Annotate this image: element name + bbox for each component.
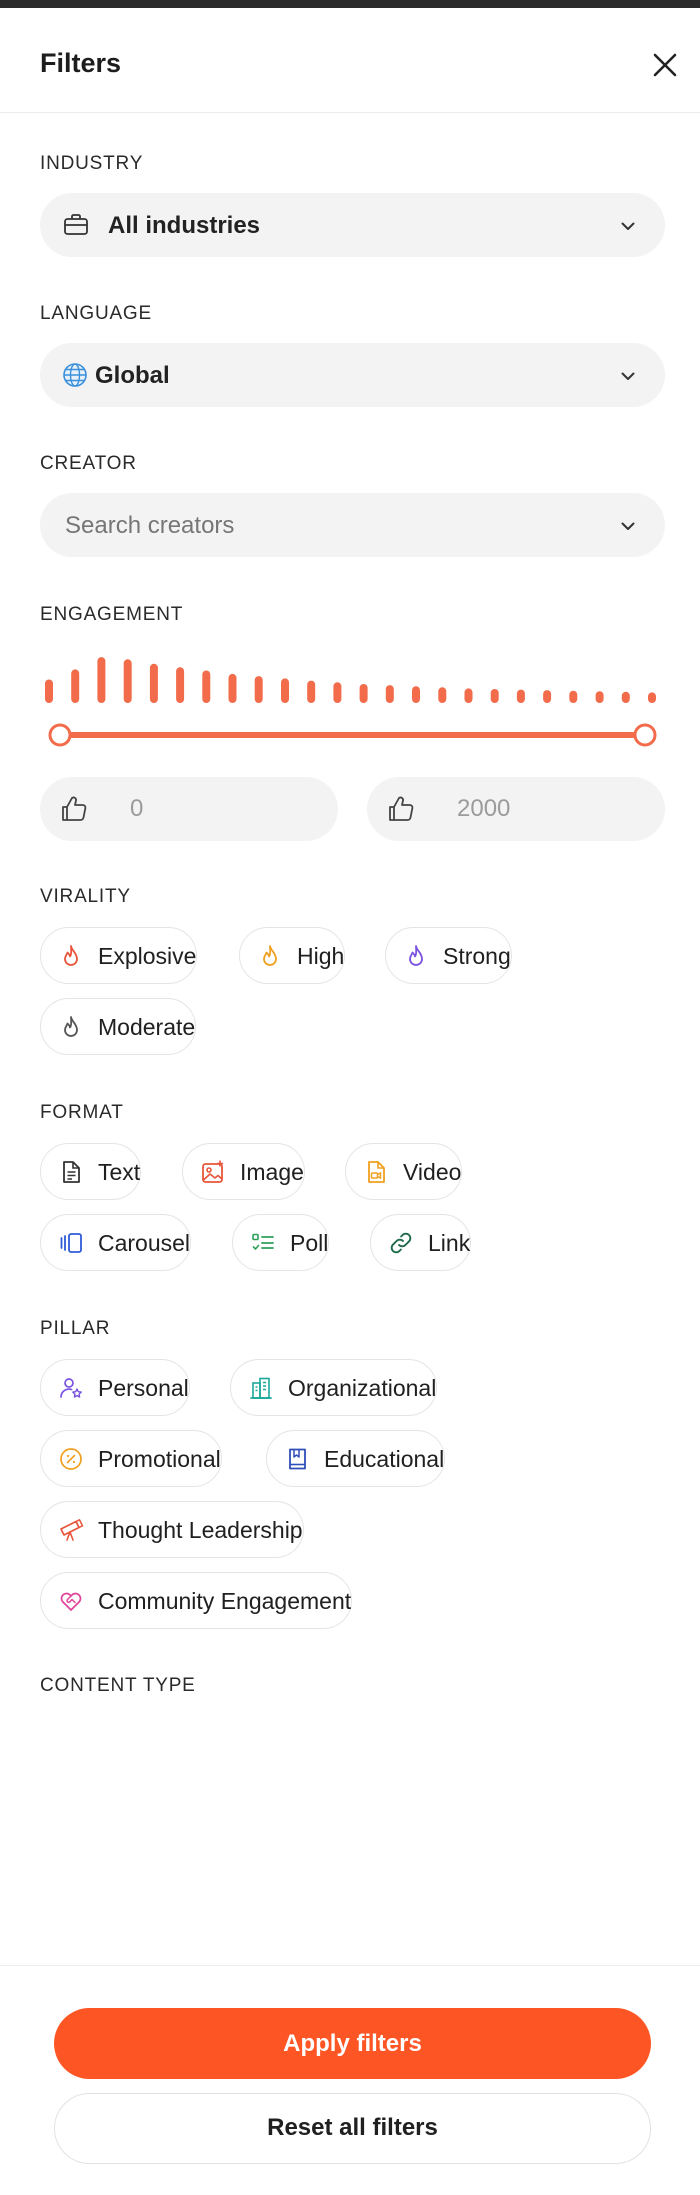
flame-icon [64, 1015, 78, 1037]
chip-label: High [297, 942, 345, 969]
virality-label: VIRALITY [40, 886, 131, 907]
chip-virality-explosive[interactable]: Explosive [40, 927, 198, 984]
chip-format-image[interactable]: Image [182, 1143, 305, 1200]
globe-icon [63, 363, 87, 387]
chip-label: Video [403, 1158, 462, 1185]
chip-format-text[interactable]: Text [40, 1143, 142, 1200]
pillar-label: PILLAR [40, 1318, 111, 1339]
chip-label: Moderate [98, 1013, 196, 1040]
engagement-min-input[interactable]: 0 [40, 777, 338, 841]
chip-virality-moderate[interactable]: Moderate [40, 998, 197, 1055]
chip-virality-high[interactable]: High [239, 927, 346, 984]
chip-label: Text [98, 1158, 141, 1185]
thumbs-up-icon [389, 796, 414, 821]
thumbs-up-icon [62, 796, 87, 821]
chip-format-poll[interactable]: Poll [232, 1214, 330, 1271]
document-icon [63, 1160, 80, 1183]
chip-label: Strong [443, 942, 511, 969]
chip-label: Link [428, 1229, 471, 1256]
chip-pillar-organizational[interactable]: Organizational [230, 1359, 438, 1416]
creator-search-input[interactable]: Search creators [40, 493, 665, 557]
language-label: LANGUAGE [40, 303, 152, 324]
chip-format-link[interactable]: Link [370, 1214, 472, 1271]
building-icon [250, 1377, 272, 1399]
slider-min-handle[interactable] [48, 723, 72, 747]
industry-select[interactable]: All industries [40, 193, 665, 257]
flame-icon [64, 944, 78, 966]
link-icon [390, 1232, 412, 1253]
chip-label: Carousel [98, 1229, 191, 1256]
briefcase-icon [64, 214, 88, 235]
creator-label: CREATOR [40, 453, 137, 474]
chip-pillar-promotional[interactable]: Promotional [40, 1430, 222, 1487]
chip-label: Educational [324, 1445, 445, 1472]
engagement-histogram [45, 657, 656, 703]
chip-label: Organizational [288, 1374, 437, 1401]
person-star-icon [60, 1377, 82, 1398]
flame-icon [409, 944, 423, 966]
chip-label: Community Engagement [98, 1587, 352, 1614]
image-icon [202, 1160, 223, 1183]
format-label: FORMAT [40, 1102, 124, 1123]
chip-label: Explosive [98, 942, 197, 969]
chip-pillar-educational[interactable]: Educational [266, 1430, 446, 1487]
filters-header: Filters [0, 8, 700, 113]
flame-icon [263, 944, 277, 966]
chip-pillar-community-engagement[interactable]: Community Engagement [40, 1572, 353, 1629]
industry-label: INDUSTRY [40, 153, 144, 174]
engagement-max-input[interactable]: 2000 [367, 777, 665, 841]
chip-label: Personal [98, 1374, 189, 1401]
chip-pillar-thought-leadership[interactable]: Thought Leadership [40, 1501, 304, 1558]
chip-label: Poll [290, 1229, 329, 1256]
engagement-max-value: 2000 [457, 795, 511, 822]
content-type-label: CONTENT TYPE [40, 1675, 196, 1696]
chevron-down-icon [621, 222, 635, 230]
chip-label: Promotional [98, 1445, 221, 1472]
top-bar [0, 0, 700, 8]
chip-format-video[interactable]: Video [345, 1143, 463, 1200]
chip-label: Thought Leadership [98, 1516, 303, 1543]
chip-virality-strong[interactable]: Strong [385, 927, 512, 984]
carousel-icon [60, 1232, 82, 1253]
engagement-range-slider[interactable] [40, 720, 665, 750]
engagement-label: ENGAGEMENT [40, 604, 184, 625]
apply-filters-button[interactable]: Apply filters [54, 2008, 651, 2079]
language-select[interactable]: Global [40, 343, 665, 407]
chevron-down-icon [621, 372, 635, 380]
discount-icon [60, 1447, 82, 1470]
heart-handshake-icon [60, 1592, 82, 1611]
telescope-icon [60, 1518, 84, 1541]
close-icon[interactable] [648, 48, 682, 82]
chip-pillar-personal[interactable]: Personal [40, 1359, 190, 1416]
page-title: Filters [40, 48, 122, 78]
engagement-min-value: 0 [130, 795, 144, 822]
reset-filters-button[interactable]: Reset all filters [54, 2093, 651, 2164]
book-icon [289, 1448, 306, 1469]
chip-label: Image [240, 1158, 304, 1185]
industry-value: All industries [108, 212, 261, 239]
language-value: Global [95, 362, 170, 389]
chevron-down-icon [621, 522, 635, 530]
poll-icon [252, 1233, 274, 1250]
creator-search-placeholder: Search creators [65, 512, 235, 539]
slider-max-handle[interactable] [633, 723, 657, 747]
chip-format-carousel[interactable]: Carousel [40, 1214, 192, 1271]
video-file-icon [368, 1160, 385, 1183]
